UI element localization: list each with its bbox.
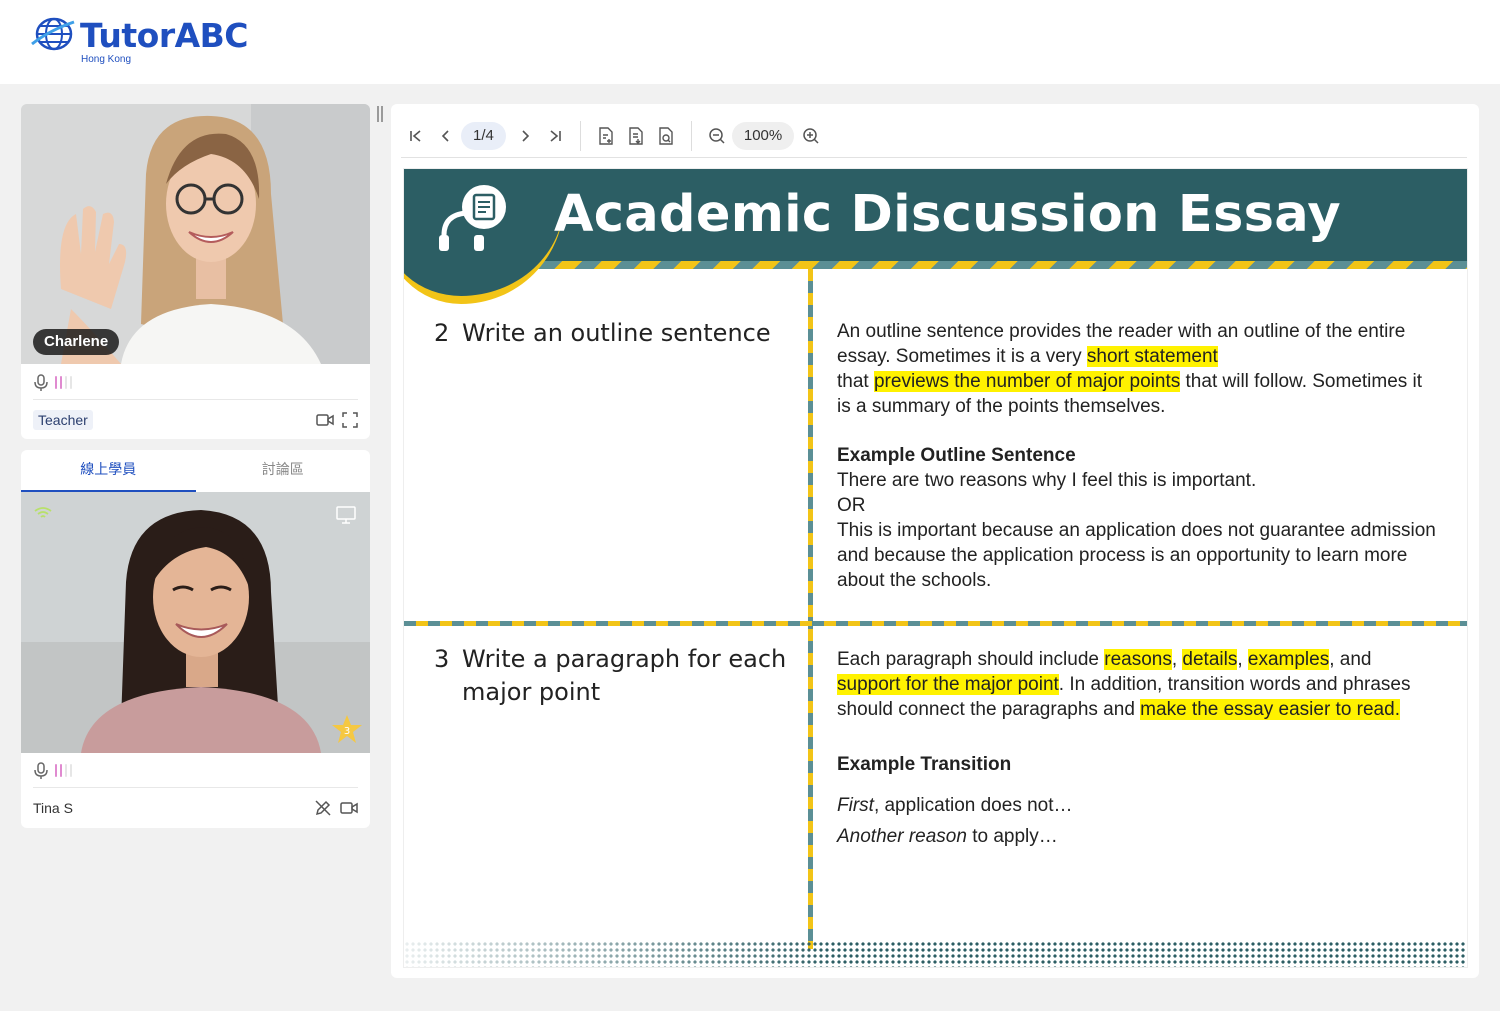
teacher-audio-row <box>33 366 358 400</box>
screen-share-icon[interactable] <box>336 506 356 524</box>
example-transition-heading: Example Transition <box>837 754 1012 775</box>
tab-online-students[interactable]: 線上學員 <box>21 450 196 492</box>
previous-page-button[interactable] <box>431 121 461 151</box>
student-audio-row <box>33 754 358 788</box>
step-2-number: 2 <box>434 319 450 347</box>
brand-region: Hong Kong <box>81 54 132 65</box>
star-reward-icon: 3 <box>332 715 362 743</box>
video-camera-icon[interactable] <box>316 413 334 427</box>
first-page-button[interactable] <box>401 121 431 151</box>
teacher-avatar-illustration <box>21 104 370 364</box>
transition-2-rest: to apply… <box>966 826 1058 847</box>
page-preview-button[interactable] <box>651 121 681 151</box>
row-divider <box>404 621 1467 626</box>
transition-example-2: Another reason to apply… <box>837 824 1437 849</box>
student-video: 3 <box>21 492 370 753</box>
video-camera-icon[interactable] <box>340 801 358 815</box>
pen-disabled-icon[interactable] <box>314 799 332 817</box>
zoom-level[interactable]: 100% <box>731 121 795 150</box>
student-panel-tabs: 線上學員 討論區 <box>21 450 370 492</box>
zoom-in-button[interactable] <box>796 121 826 151</box>
example-outline-or: OR <box>837 495 866 516</box>
audio-level-meter <box>55 376 72 389</box>
first-page-icon <box>410 129 421 142</box>
highlight-support: support for the major point <box>837 674 1059 695</box>
example-outline-2: This is important because an application… <box>837 520 1436 591</box>
step-2-heading: 2 Write an outline sentence <box>434 317 771 350</box>
student-card: 線上學員 討論區 3 Tina S <box>21 450 370 828</box>
highlight-easier: make the essay easier to read. <box>1140 699 1400 720</box>
top-bar: TutorABC Hong Kong <box>0 0 1500 84</box>
slide-viewer-panel: 1/4 100% Academic Discussion Essay 2 Wri… <box>391 104 1479 978</box>
page-search-icon <box>659 126 673 145</box>
transition-example-1: First, application does not… <box>837 793 1437 818</box>
chevron-left-icon <box>441 129 449 142</box>
last-page-icon <box>550 129 561 142</box>
globe-logo-icon <box>31 17 75 51</box>
slide-canvas[interactable]: Academic Discussion Essay 2 Write an outl… <box>403 168 1468 968</box>
highlight-short-statement: short statement <box>1086 346 1218 367</box>
transition-1-rest: , application does not… <box>873 795 1073 816</box>
step-3-comma-2: , <box>1237 649 1248 670</box>
step-2-description: An outline sentence provides the reader … <box>837 319 1437 419</box>
dotted-footer-pattern <box>404 941 1467 967</box>
next-page-button[interactable] <box>510 121 540 151</box>
insert-page-after-button[interactable] <box>621 121 651 151</box>
zoom-in-icon <box>803 127 819 144</box>
teacher-video: Charlene <box>21 104 370 364</box>
teacher-card: Charlene Teacher <box>21 104 370 439</box>
step-3-comma-1: , <box>1171 649 1183 670</box>
page-add-icon <box>599 126 613 145</box>
step-2-body: An outline sentence provides the reader … <box>837 319 1437 593</box>
zoom-out-icon <box>709 127 725 144</box>
toolbar-separator <box>690 120 692 151</box>
microphone-icon[interactable] <box>33 373 49 392</box>
column-divider <box>808 269 813 949</box>
highlight-reasons: reasons <box>1104 649 1172 670</box>
step-3-description: Each paragraph should include reasons, d… <box>837 647 1437 722</box>
step-3-title-line1: Write a paragraph for each <box>462 645 787 673</box>
step-3-text-a: Each paragraph should include <box>837 649 1105 670</box>
step-2-text-c: that <box>837 371 874 392</box>
microphone-icon[interactable] <box>33 761 49 780</box>
slide-toolbar: 1/4 100% <box>401 114 1467 158</box>
banner-stripe <box>404 261 1467 269</box>
page-download-icon <box>629 126 643 145</box>
last-page-button[interactable] <box>540 121 570 151</box>
teacher-role-row: Teacher <box>33 401 358 439</box>
tab-discussion[interactable]: 討論區 <box>196 450 371 492</box>
wifi-signal-icon <box>34 507 52 518</box>
step-3-number: 3 <box>434 645 450 673</box>
step-3-text-b: , and <box>1329 649 1372 670</box>
example-outline-heading: Example Outline Sentence <box>837 445 1076 466</box>
brand-name: TutorABC <box>80 16 249 55</box>
chevron-right-icon <box>522 129 529 142</box>
teacher-role-badge: Teacher <box>33 410 93 430</box>
student-name-label: Tina S <box>33 800 73 816</box>
step-3-body: Each paragraph should include reasons, d… <box>837 647 1437 849</box>
tutorabc-logo[interactable]: TutorABC Hong Kong <box>30 14 260 70</box>
headset-document-icon <box>439 185 506 251</box>
step-3-title-line2: major point <box>462 678 601 706</box>
slide-title: Academic Discussion Essay <box>554 185 1341 244</box>
transition-1-keyword: First <box>837 795 874 816</box>
zoom-out-button[interactable] <box>702 121 732 151</box>
audio-level-meter <box>55 764 72 777</box>
highlight-previews: previews the number of major points <box>873 371 1181 392</box>
student-name-row: Tina S <box>33 789 358 827</box>
fullscreen-icon[interactable] <box>342 412 358 428</box>
page-indicator[interactable]: 1/4 <box>461 121 506 150</box>
toolbar-separator <box>579 120 581 151</box>
step-2-title: Write an outline sentence <box>462 319 771 347</box>
highlight-details: details <box>1182 649 1238 670</box>
student-avatar-illustration <box>21 492 370 753</box>
step-3-heading: 3 Write a paragraph for each major point <box>434 643 786 709</box>
panel-resize-handle[interactable] <box>377 106 383 122</box>
star-count: 3 <box>344 726 350 737</box>
example-outline-1: There are two reasons why I feel this is… <box>837 470 1257 491</box>
transition-2-keyword: Another reason <box>837 826 967 847</box>
insert-page-before-button[interactable] <box>591 121 621 151</box>
teacher-name-label: Charlene <box>33 329 120 355</box>
highlight-examples: examples <box>1247 649 1330 670</box>
